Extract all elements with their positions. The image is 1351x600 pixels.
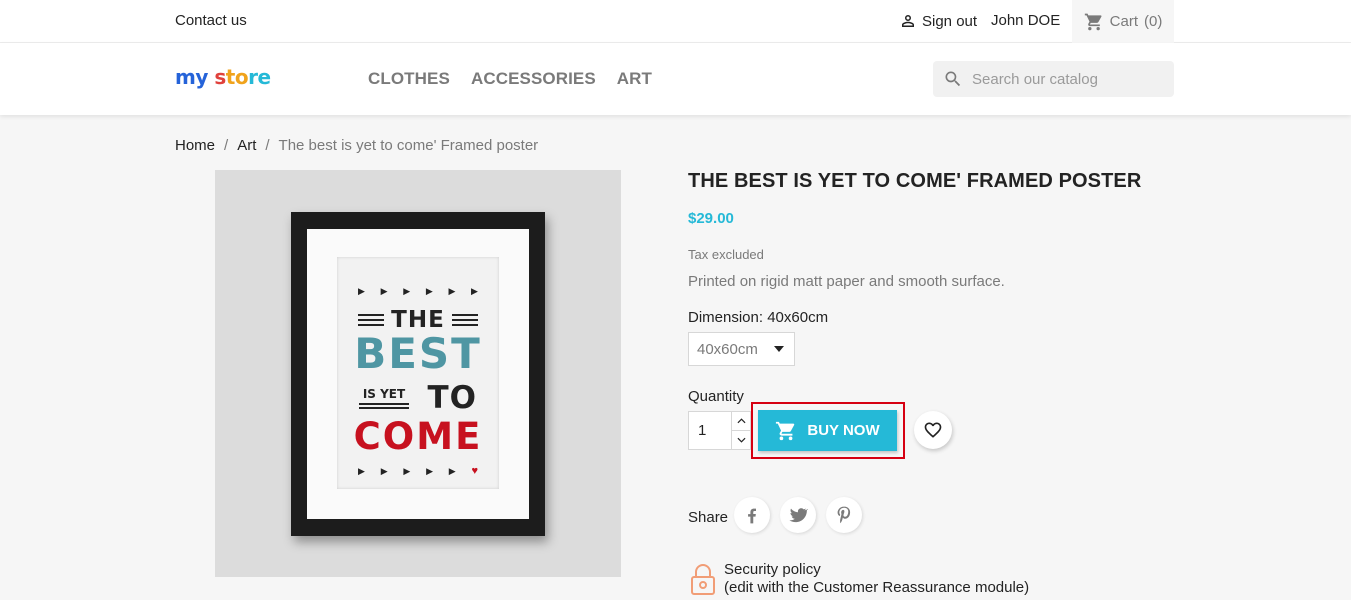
- logo-part-1: my: [175, 65, 208, 89]
- reassurance-subtitle: (edit with the Customer Reassurance modu…: [724, 579, 1030, 596]
- twitter-icon: [789, 508, 808, 523]
- poster-mat: ▶ ▶ ▶ ▶ ▶ ▶ THE BEST IS YET TO COME ▶ ▶ …: [307, 229, 529, 519]
- logo-part-3: to: [225, 65, 249, 89]
- cart-icon: [776, 421, 795, 440]
- quantity-input[interactable]: [688, 411, 731, 450]
- quantity-stepper: [731, 411, 751, 450]
- account-link[interactable]: John DOE: [991, 12, 1060, 29]
- tax-label: Tax excluded: [688, 247, 764, 262]
- breadcrumb-current: The best is yet to come' Framed poster: [278, 137, 539, 154]
- main-header: my store CLOTHES ACCESSORIES ART: [0, 43, 1351, 115]
- breadcrumb-separator: /: [224, 137, 229, 154]
- poster-line-isyet: IS YET TO: [359, 380, 477, 416]
- dimension-select[interactable]: 40x60cm: [688, 332, 795, 366]
- poster-text-come: COME: [353, 415, 483, 458]
- pinterest-icon: [837, 506, 851, 524]
- store-logo[interactable]: my store: [175, 65, 271, 89]
- main-nav: CLOTHES ACCESSORIES ART: [368, 69, 652, 89]
- wishlist-button[interactable]: [914, 411, 952, 449]
- share-label: Share: [688, 509, 729, 526]
- nav-art[interactable]: ART: [617, 69, 652, 89]
- chevron-down-icon: [736, 437, 746, 443]
- share-twitter-button[interactable]: [780, 497, 816, 533]
- logo-part-4: re: [248, 65, 271, 89]
- product-title: THE BEST IS YET TO COME' FRAMED POSTER: [688, 170, 1142, 192]
- breadcrumb: Home / Art / The best is yet to come' Fr…: [175, 137, 538, 154]
- contact-us-link[interactable]: Contact us: [175, 12, 247, 29]
- cart-count: (0): [1144, 13, 1163, 30]
- poster-text-best: BEST: [354, 329, 482, 378]
- lock-icon: [691, 564, 715, 595]
- user-icon: [902, 15, 914, 27]
- share-pinterest-button[interactable]: [826, 497, 862, 533]
- poster-artwork: ▶ ▶ ▶ ▶ ▶ ▶ THE BEST IS YET TO COME ▶ ▶ …: [337, 257, 499, 489]
- search-input[interactable]: [972, 70, 1162, 88]
- breadcrumb-home[interactable]: Home: [175, 137, 215, 154]
- search-box: [933, 61, 1174, 97]
- heart-icon: [924, 422, 942, 438]
- poster-text-isyet: IS YET: [362, 387, 406, 401]
- product-description: Printed on rigid matt paper and smooth s…: [688, 273, 1005, 290]
- search-icon[interactable]: [943, 69, 963, 89]
- reassurance-text: Security policy (edit with the Customer …: [724, 561, 1029, 597]
- sign-out-link[interactable]: Sign out: [899, 12, 977, 30]
- facebook-icon: [748, 508, 756, 524]
- poster-frame: ▶ ▶ ▶ ▶ ▶ ▶ THE BEST IS YET TO COME ▶ ▶ …: [291, 212, 545, 536]
- poster-text-to: TO: [427, 380, 477, 416]
- nav-clothes[interactable]: CLOTHES: [368, 69, 450, 89]
- dimension-selected-value: 40x60cm: [697, 340, 758, 358]
- arrow-row-bottom: ▶ ▶ ▶ ▶ ▶ ♥: [358, 465, 478, 477]
- cart-button[interactable]: Cart (0): [1072, 0, 1174, 43]
- cart-label: Cart: [1109, 13, 1138, 30]
- product-image[interactable]: ▶ ▶ ▶ ▶ ▶ ▶ THE BEST IS YET TO COME ▶ ▶ …: [215, 170, 621, 577]
- caret-down-icon: [774, 346, 784, 352]
- quantity-label: Quantity: [688, 388, 744, 405]
- sign-out-label: Sign out: [922, 12, 978, 30]
- product-price: $29.00: [688, 210, 734, 227]
- quantity-increase-button[interactable]: [732, 412, 750, 430]
- dimension-label: Dimension: 40x60cm: [688, 309, 829, 326]
- quantity-decrease-button[interactable]: [732, 430, 750, 449]
- logo-part-2: s: [214, 65, 226, 89]
- top-bar: Contact us Sign out John DOE Cart (0): [0, 0, 1351, 43]
- cart-icon: [1084, 13, 1102, 30]
- arrow-row-top: ▶ ▶ ▶ ▶ ▶ ▶: [358, 286, 478, 296]
- share-facebook-button[interactable]: [734, 497, 770, 533]
- breadcrumb-separator: /: [265, 137, 270, 154]
- breadcrumb-art[interactable]: Art: [237, 137, 256, 154]
- buy-now-button[interactable]: BUY NOW: [758, 410, 897, 451]
- nav-accessories[interactable]: ACCESSORIES: [471, 69, 596, 89]
- reassurance-title: Security policy: [724, 561, 821, 578]
- chevron-up-icon: [736, 418, 746, 424]
- buy-now-label: BUY NOW: [807, 422, 880, 439]
